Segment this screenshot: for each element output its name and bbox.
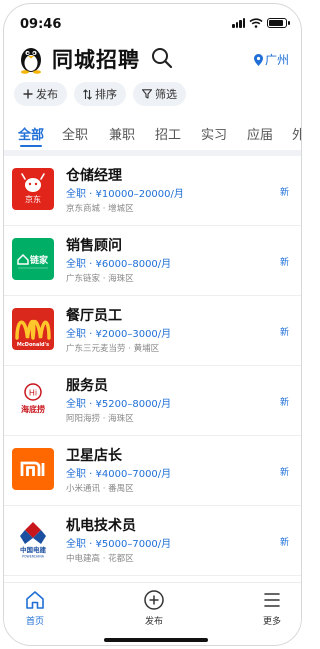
signal-icon: [232, 18, 245, 28]
xiaomi-logo-icon: mi: [12, 448, 54, 490]
plus-circle-icon: [144, 590, 164, 610]
job-salary: 全职 · ¥6000–8000/月: [66, 259, 172, 270]
nav-label: 首页: [25, 617, 44, 627]
filter-icon: [142, 89, 152, 99]
plus-icon: [23, 89, 33, 99]
powerchina-logo-icon: 中国电建 POWERCHINA: [12, 518, 54, 560]
job-salary: 全职 · ¥2000–3000/月: [66, 329, 172, 340]
new-badge: 新: [279, 328, 289, 338]
job-item[interactable]: 中国电建 POWERCHINA 机电技术员 全职 · ¥5000–7000/月 …: [4, 506, 301, 576]
tab-labor[interactable]: 招工: [155, 124, 181, 143]
job-company: 广东三元麦当劳 · 黄埔区: [66, 344, 160, 354]
job-salary: 全职 · ¥4000–7000/月: [66, 469, 172, 480]
tab-internship[interactable]: 实习: [201, 124, 227, 143]
job-title: 机电技术员: [66, 518, 136, 534]
chip-label: 筛选: [155, 88, 177, 101]
job-item[interactable]: Hi 海底捞 服务员 全职 · ¥5200–8000/月 阿阳海捞 · 海珠区 …: [4, 366, 301, 436]
battery-icon: [267, 18, 290, 28]
tab-fulltime[interactable]: 全职: [62, 124, 88, 143]
new-badge: 新: [279, 258, 289, 268]
tab-graduate[interactable]: 应届: [247, 124, 273, 143]
new-badge: 新: [279, 188, 289, 198]
filter-chips: 发布 排序 筛选: [14, 82, 186, 106]
new-badge: 新: [279, 468, 289, 478]
nav-label: 更多: [262, 617, 281, 627]
job-title: 仓储经理: [66, 168, 122, 184]
job-item[interactable]: mi 卫星店长 全职 · ¥4000–7000/月 小米通讯 · 番禺区 新: [4, 436, 301, 506]
bottom-nav: 首页 发布 更多: [4, 582, 301, 632]
tab-more[interactable]: 外: [292, 124, 301, 143]
city-label: 广州: [264, 53, 289, 67]
filter-chip[interactable]: 筛选: [133, 82, 186, 106]
nav-more[interactable]: 更多: [242, 589, 301, 627]
chip-label: 发布: [36, 88, 58, 101]
svg-text:Hi: Hi: [29, 389, 37, 398]
status-icons: [232, 18, 290, 28]
sort-chip[interactable]: 排序: [74, 82, 126, 106]
tab-parttime[interactable]: 兼职: [109, 124, 135, 143]
nav-publish[interactable]: 发布: [124, 589, 184, 627]
job-company: 京东商城 · 增城区: [66, 204, 134, 214]
job-title: 销售顾问: [66, 238, 122, 254]
job-salary: 全职 · ¥10000–20000/月: [66, 189, 184, 200]
search-icon[interactable]: [150, 46, 174, 70]
sort-icon: [83, 88, 92, 100]
chip-label: 排序: [95, 88, 117, 101]
job-item[interactable]: McDonald's 餐厅员工 全职 · ¥2000–3000/月 广东三元麦当…: [4, 296, 301, 366]
job-company: 广东链家 · 海珠区: [66, 274, 134, 284]
job-salary: 全职 · ¥5200–8000/月: [66, 399, 172, 410]
job-item[interactable]: 京东 仓储经理 全职 · ¥10000–20000/月 京东商城 · 增城区 新: [4, 156, 301, 226]
job-company: 阿阳海捞 · 海珠区: [66, 414, 134, 424]
city-selector[interactable]: 广州: [253, 51, 289, 68]
svg-text:mi: mi: [30, 482, 35, 487]
penguin-logo-icon: [21, 48, 41, 74]
job-company: 小米通讯 · 番禺区: [66, 484, 134, 494]
svg-text:海底捞: 海底捞: [21, 404, 45, 414]
home-indicator: [104, 638, 208, 642]
page-title: 同城招聘: [52, 48, 140, 72]
lianjia-logo-icon: 链家: [12, 238, 54, 280]
location-pin-icon: [253, 53, 263, 66]
phone-frame: 09:46 同城招聘 广州 发布 排序 筛选 全部 全职 兼职 招工 实习 应届…: [3, 3, 302, 646]
menu-icon: [264, 593, 280, 607]
wifi-icon: [249, 18, 263, 28]
status-time: 09:46: [20, 17, 62, 32]
new-badge: 新: [279, 398, 289, 408]
new-badge: 新: [279, 538, 289, 548]
job-title: 餐厅员工: [66, 308, 122, 324]
svg-text:中国电建: 中国电建: [20, 545, 47, 554]
mcdonalds-logo-icon: McDonald's: [12, 308, 54, 350]
tab-all[interactable]: 全部: [18, 124, 44, 143]
app-header: 同城招聘 广州: [4, 40, 301, 78]
nav-label: 发布: [144, 617, 163, 627]
category-tabs: 全部 全职 兼职 招工 实习 应届 外: [4, 120, 301, 148]
svg-text:京东: 京东: [25, 194, 41, 204]
svg-text:POWERCHINA: POWERCHINA: [22, 555, 45, 559]
svg-text:链家: 链家: [30, 254, 49, 266]
job-title: 服务员: [66, 378, 108, 394]
nav-home[interactable]: 首页: [5, 589, 65, 627]
active-tab-indicator: [20, 145, 42, 147]
status-bar: 09:46: [4, 4, 301, 36]
jd-logo-icon: 京东: [12, 168, 54, 210]
job-salary: 全职 · ¥5000–7000/月: [66, 539, 172, 550]
publish-chip[interactable]: 发布: [14, 82, 67, 106]
job-title: 卫星店长: [66, 448, 122, 464]
job-company: 中电建高 · 花都区: [66, 554, 134, 564]
home-icon: [26, 591, 44, 609]
haidilao-logo-icon: Hi 海底捞: [12, 378, 54, 420]
job-item[interactable]: 链家 销售顾问 全职 · ¥6000–8000/月 广东链家 · 海珠区 新: [4, 226, 301, 296]
svg-text:McDonald's: McDonald's: [17, 342, 49, 348]
